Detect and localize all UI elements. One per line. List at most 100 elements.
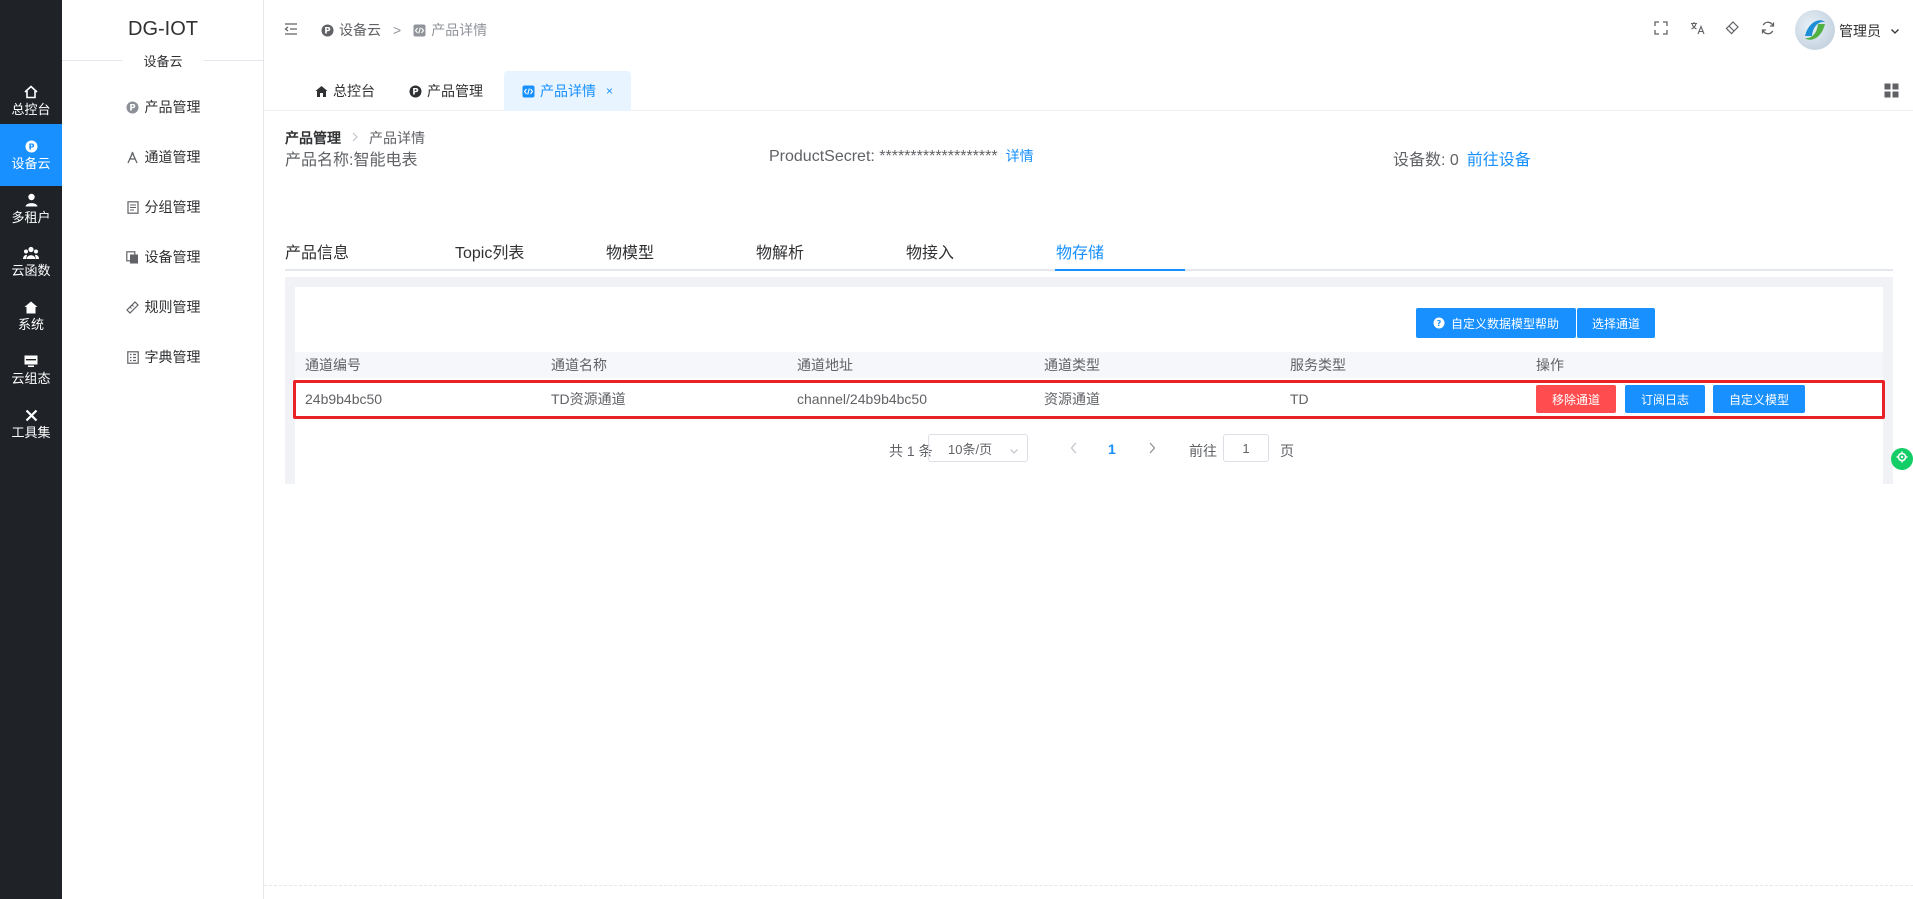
tab-product-info[interactable]: 产品信息 (285, 231, 349, 271)
column-header: 操作 (1536, 357, 1564, 373)
product-icon: P (126, 100, 140, 114)
rail-item-label: 云函数 (11, 263, 51, 278)
device-count-value: 设备数: 0 (1393, 152, 1459, 169)
gear-icon (1896, 450, 1908, 468)
tab-dashboard[interactable]: 总控台 (315, 71, 375, 111)
tab-thing-parse[interactable]: 物解析 (756, 231, 804, 271)
channel-icon (126, 150, 140, 164)
rail-item-device-cloud[interactable]: P 设备云 (0, 124, 62, 186)
button-label: 自定义数据模型帮助 (1450, 316, 1559, 331)
remove-channel-button[interactable]: 移除通道 (1536, 385, 1616, 413)
code-icon (413, 24, 426, 37)
data-model-help-button[interactable]: ? 自定义数据模型帮助 (1416, 308, 1576, 338)
goto-page-input[interactable] (1223, 434, 1269, 462)
breadcrumb-item-device-cloud[interactable]: P 设备云 (321, 20, 381, 40)
refresh-icon[interactable] (1761, 21, 1777, 37)
rail-item-cloud-config[interactable]: 云组态 (0, 339, 62, 401)
next-page-icon[interactable] (1147, 441, 1159, 455)
rail-item-label: 设备云 (11, 156, 51, 171)
select-channel-button[interactable]: 选择通道 (1577, 308, 1655, 338)
rail-item-tools[interactable]: 工具集 (0, 393, 62, 455)
group-icon (23, 246, 39, 260)
storage-card: ? 自定义数据模型帮助 选择通道 通道编号 通道名称 通道地址 通道类型 服务类… (293, 287, 1885, 484)
translate-icon[interactable] (1690, 21, 1706, 37)
pagination-total: 共 1 条 (889, 443, 933, 459)
column-header: 服务类型 (1290, 357, 1346, 373)
tools-icon (23, 408, 39, 422)
device-cloud-icon: P (23, 139, 39, 153)
subscribe-log-button[interactable]: 订阅日志 (1625, 385, 1705, 413)
collapse-menu-icon[interactable] (284, 22, 300, 38)
submenu-item-product[interactable]: P 产品管理 (62, 87, 264, 127)
page-breadcrumb-parent[interactable]: 产品管理 (285, 128, 341, 148)
custom-model-button[interactable]: 自定义模型 (1713, 385, 1805, 413)
prev-page-icon[interactable] (1069, 441, 1081, 455)
top-bar: P 设备云 > 产品详情 管理员 (264, 0, 1913, 60)
p-circle-icon: P (409, 85, 422, 98)
cell-channel-type: 资源通道 (1044, 391, 1100, 407)
page-breadcrumb-current: 产品详情 (369, 130, 425, 146)
page-size-select[interactable]: 10条/页 (928, 434, 1028, 462)
brand-title: DG-IOT (128, 18, 198, 40)
table-header: 通道编号 通道名称 通道地址 通道类型 服务类型 操作 (295, 352, 1883, 378)
chevron-down-icon (1009, 444, 1019, 454)
svg-text:P: P (412, 87, 418, 97)
submenu-item-group[interactable]: 分组管理 (62, 187, 264, 227)
rail-item-label: 工具集 (11, 425, 51, 440)
rail-item-system[interactable]: 系统 (0, 285, 62, 347)
footer-divider (264, 885, 1913, 886)
main-rail: 总控台 P 设备云 多租户 云函数 系统 云组态 工具集 (0, 0, 62, 899)
breadcrumb-label: 产品详情 (431, 22, 488, 38)
product-secret-detail-link[interactable]: 详情 (1006, 148, 1034, 164)
submenu-item-dictionary[interactable]: 字典管理 (62, 337, 264, 377)
pagination: 共 1 条 10条/页 1 前往 1 页 (295, 434, 1883, 464)
submenu-item-label: 产品管理 (144, 99, 201, 115)
clear-cache-icon[interactable] (1725, 21, 1741, 37)
submenu-item-channel[interactable]: 通道管理 (62, 137, 264, 177)
p-circle-icon: P (321, 24, 334, 37)
home-icon (23, 85, 39, 99)
submenu-item-label: 分组管理 (144, 199, 201, 215)
tab-product-detail[interactable]: 产品详情 × (504, 71, 632, 111)
user-name[interactable]: 管理员 (1839, 21, 1881, 41)
tab-thing-storage[interactable]: 物存储 (1056, 231, 1104, 271)
user-avatar[interactable] (1795, 10, 1835, 50)
tab-product-management[interactable]: P 产品管理 (409, 71, 483, 111)
breadcrumb-item-product-detail: 产品详情 (413, 20, 487, 40)
tab-thing-model[interactable]: 物模型 (606, 231, 654, 271)
ruler-icon (126, 300, 140, 314)
tab-label: 总控台 (333, 83, 375, 99)
submenu-item-label: 规则管理 (144, 299, 201, 315)
table-row: 24b9b4bc50 TD资源通道 channel/24b9b4bc50 资源通… (293, 380, 1885, 419)
top-breadcrumb: P 设备云 > 产品详情 (321, 20, 487, 40)
rail-item-label: 云组态 (11, 371, 51, 386)
brand-subtitle: 设备云 (143, 54, 183, 69)
monitor-icon (23, 354, 39, 368)
rail-item-label: 总控台 (11, 102, 51, 117)
rail-item-dashboard[interactable]: 总控台 (0, 70, 62, 132)
chevron-down-icon[interactable] (1890, 23, 1902, 35)
submenu-item-device[interactable]: 设备管理 (62, 237, 264, 277)
breadcrumb-label: 设备云 (339, 22, 381, 38)
submenu-item-rules[interactable]: 规则管理 (62, 287, 264, 327)
submenu-item-label: 设备管理 (144, 249, 201, 265)
column-header: 通道地址 (797, 357, 853, 373)
close-icon[interactable]: × (606, 84, 613, 98)
cell-channel-id: 24b9b4bc50 (305, 391, 383, 407)
settings-float-button[interactable] (1891, 448, 1913, 470)
product-secret: ProductSecret: ******************* 详情 (769, 146, 1034, 166)
fullscreen-icon[interactable] (1654, 21, 1670, 37)
grid-menu-icon[interactable] (1884, 83, 1900, 99)
page-number[interactable]: 1 (1108, 441, 1116, 457)
page-unit-label: 页 (1280, 443, 1294, 459)
goto-devices-link[interactable]: 前往设备 (1467, 152, 1531, 169)
tab-thing-access[interactable]: 物接入 (906, 231, 954, 271)
submenu-item-label: 字典管理 (144, 349, 201, 365)
rail-item-cloud-functions[interactable]: 云函数 (0, 231, 62, 293)
sub-sidebar: DG-IOT 设备云 P 产品管理 通道管理 分组管理 设备管理 规则管理 字典… (62, 0, 264, 899)
svg-text:?: ? (1437, 319, 1442, 328)
column-header: 通道类型 (1044, 357, 1100, 373)
active-tab-indicator (1055, 269, 1185, 271)
tab-topic-list[interactable]: Topic列表 (455, 231, 524, 271)
tabs-bar: 总控台 P 产品管理 产品详情 × (264, 71, 1913, 111)
